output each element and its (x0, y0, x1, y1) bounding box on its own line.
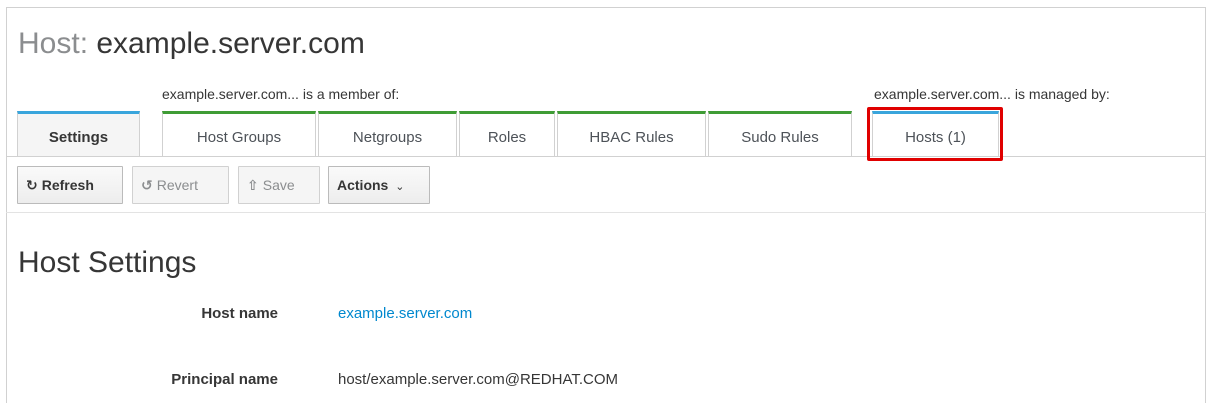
revert-button[interactable]: ↺ Revert (132, 166, 229, 204)
upload-icon: ⇧ (247, 177, 259, 193)
tab-baseline (6, 156, 1206, 157)
page-title-separator: : (79, 27, 89, 60)
tab-netgroups[interactable]: Netgroups (318, 111, 457, 157)
refresh-button-label: Refresh (41, 177, 94, 193)
save-button-label: Save (262, 177, 295, 193)
revert-button-label: Revert (156, 177, 198, 193)
toolbar-divider (6, 212, 1206, 213)
refresh-button[interactable]: ↻ Refresh (17, 166, 123, 204)
managed-by-label: example.server.com... is managed by: (874, 86, 1110, 102)
tab-sudo-rules[interactable]: Sudo Rules (708, 111, 852, 157)
content-frame (6, 7, 1206, 403)
page-title: Host: example.server.com (18, 24, 365, 64)
page-title-name: example.server.com (96, 27, 365, 60)
tab-hbac-rules[interactable]: HBAC Rules (557, 111, 706, 157)
tab-host-groups[interactable]: Host Groups (162, 111, 316, 157)
host-name-value[interactable]: example.server.com (338, 305, 472, 322)
member-of-label: example.server.com... is a member of: (162, 86, 400, 102)
undo-icon: ↺ (141, 177, 153, 193)
actions-button[interactable]: Actions ⌄ (328, 166, 430, 204)
principal-name-label: Principal name (171, 371, 278, 388)
page-title-kind: Host (18, 27, 80, 60)
actions-button-label: Actions (337, 177, 389, 193)
refresh-icon: ↻ (26, 177, 38, 193)
host-name-label: Host name (201, 305, 278, 322)
section-title: Host Settings (18, 246, 197, 279)
tab-roles[interactable]: Roles (459, 111, 555, 157)
principal-name-value: host/example.server.com@REDHAT.COM (338, 371, 619, 388)
save-button[interactable]: ⇧ Save (238, 166, 320, 204)
highlight-box (867, 107, 1003, 161)
tab-settings[interactable]: Settings (17, 111, 140, 157)
chevron-down-icon: ⌄ (395, 181, 405, 193)
